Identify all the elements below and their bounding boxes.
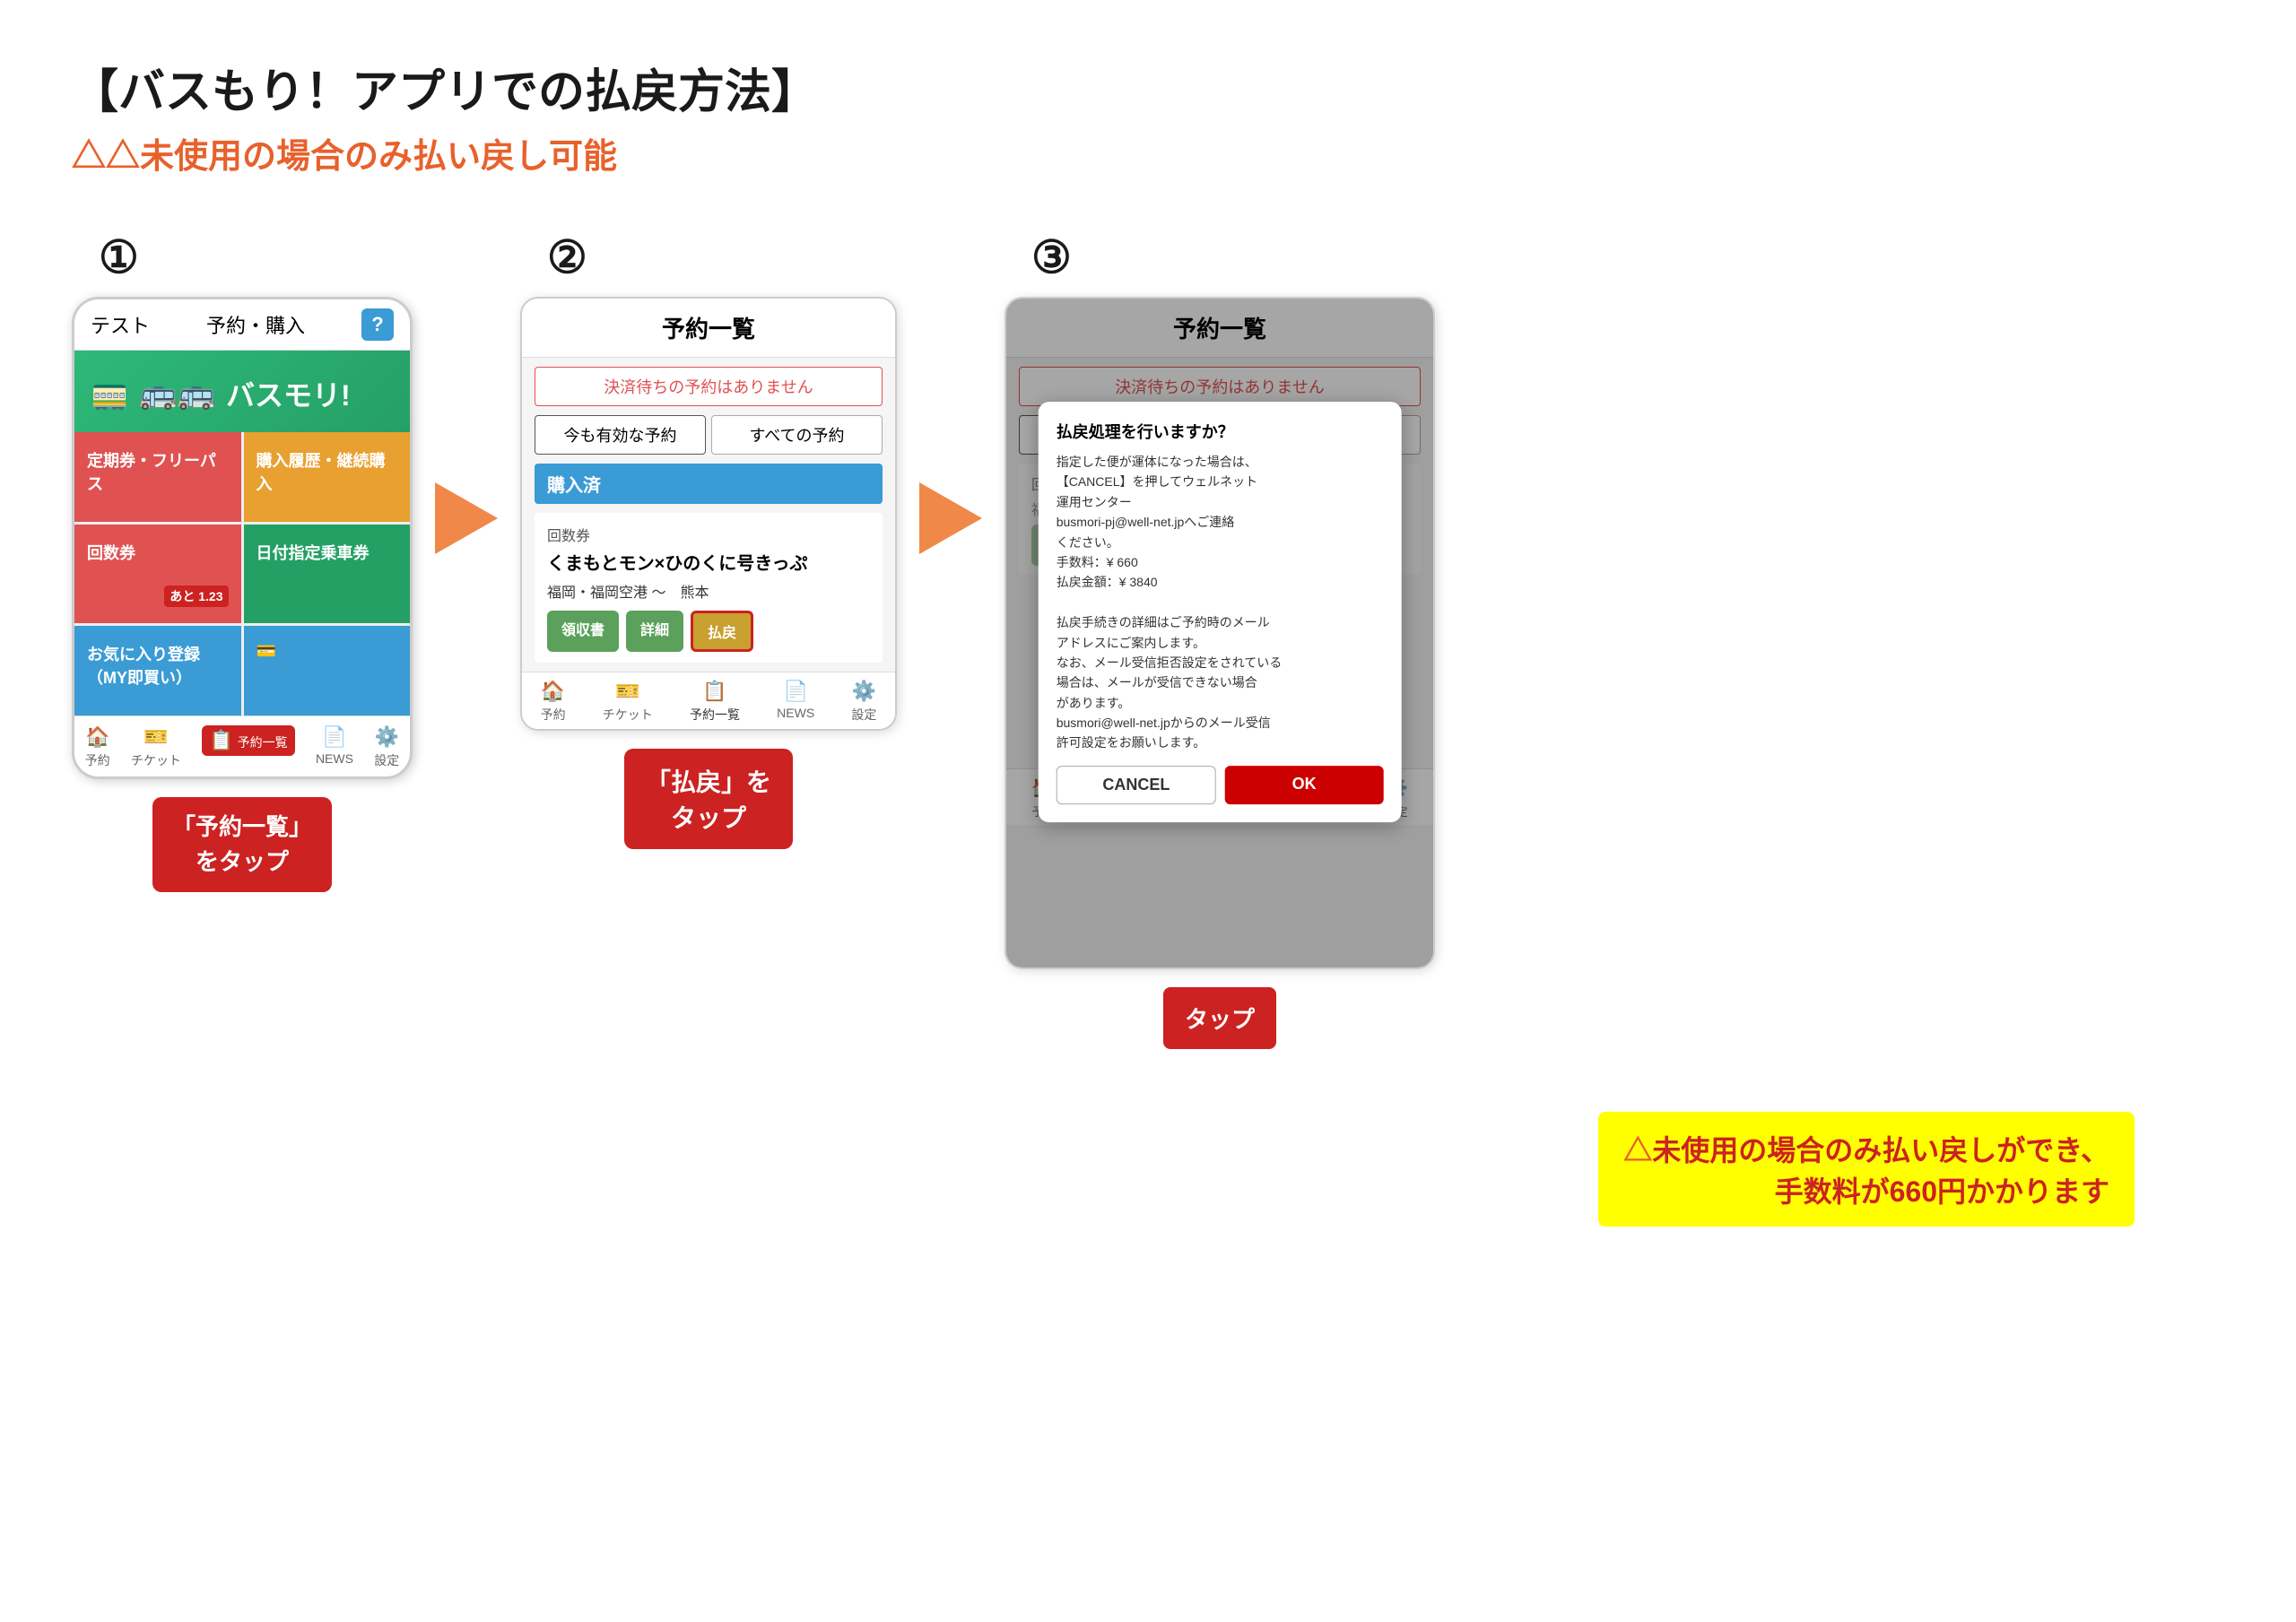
s2-nav-settings[interactable]: ⚙️ 設定 xyxy=(851,680,876,724)
nav-yoyaku-label: 予約 xyxy=(85,751,110,769)
credit-cell[interactable]: 💳 xyxy=(244,626,411,716)
home-icon: 🏠 xyxy=(85,725,109,749)
tab-row-2: 今も有効な予約 すべての予約 xyxy=(535,415,883,455)
tab-valid[interactable]: 今も有効な予約 xyxy=(535,415,706,455)
screen-2-header: 予約一覧 xyxy=(522,299,895,358)
bottom-note-area: △未使用の場合のみ払い戻しができ、手数料が660円かかります xyxy=(72,1085,2224,1227)
nav-yoyaku[interactable]: 🏠 予約 xyxy=(85,725,110,769)
ticket-route-2: 福岡・福岡空港 ～ 熊本 xyxy=(547,580,870,602)
arrow-2 xyxy=(897,482,1004,554)
teiki-cell[interactable]: 定期券・フリーパス xyxy=(74,432,241,522)
arrow-icon-2 xyxy=(919,482,982,554)
nav-news[interactable]: 📄 NEWS xyxy=(316,725,353,769)
btn-ryoushuusho-2[interactable]: 領収書 xyxy=(547,611,619,652)
phone-bottom-nav-1: 🏠 予約 🎫 チケット 📋 予約一覧 📄 NEWS xyxy=(74,716,410,776)
dialog-box: 払戻処理を行いますか？ 指定した便が運体になった場合は、【CANCEL】を押して… xyxy=(1039,402,1402,822)
step-2: ② 予約一覧 決済待ちの予約はありません 今も有効な予約 すべての予約 購入済 … xyxy=(520,231,897,849)
help-icon[interactable]: ? xyxy=(361,308,394,341)
s2-ticket-icon: 🎫 xyxy=(615,680,639,703)
s2-home-icon: 🏠 xyxy=(541,680,565,703)
step-3-callout: タップ xyxy=(1163,987,1276,1049)
phone-mockup-1: テスト 予約・購入 ? 🚃 🚌🚌 バスモリ! 定期券・フリーパス 購入履歴・継続… xyxy=(72,297,413,779)
train-icon: 🚃 xyxy=(91,376,128,412)
step-2-callout: 「払戻」をタップ xyxy=(624,749,793,849)
okiniiri-label: お気に入り登録（MY即買い） xyxy=(87,642,229,689)
dialog-cancel-button[interactable]: CANCEL xyxy=(1057,766,1216,804)
arrow-icon-1 xyxy=(435,482,498,554)
news-icon: 📄 xyxy=(322,725,346,749)
bus-icon: 🚌🚌 xyxy=(139,376,215,412)
s2-nav-news[interactable]: 📄 NEWS xyxy=(777,680,814,724)
ticket-type-2: 回数券 xyxy=(547,524,870,545)
arrow-1 xyxy=(413,482,520,554)
s2-news-icon: 📄 xyxy=(783,680,807,703)
kaisuuken-label: 回数券 xyxy=(87,541,229,564)
phone-header-left: テスト xyxy=(91,310,150,339)
step-3-number: ③ xyxy=(1031,231,1072,283)
ticket-row-2: 回数券 くまもとモン×ひのくに号きっぷ 福岡・福岡空港 ～ 熊本 領収書 詳細 … xyxy=(535,513,883,663)
s2-nav-list[interactable]: 📋 予約一覧 xyxy=(690,680,740,724)
ticket-icon: 🎫 xyxy=(144,725,168,749)
dialog-body: 指定した便が運体になった場合は、【CANCEL】を押してウェルネット運用センター… xyxy=(1057,452,1384,753)
settings-icon: ⚙️ xyxy=(375,725,399,749)
kounyuu-label: 購入履歴・継続購入 xyxy=(257,448,398,495)
kaisuuken-badge: あと 1.23 xyxy=(164,585,228,607)
btn-shousai-2[interactable]: 詳細 xyxy=(626,611,683,652)
step-2-number: ② xyxy=(547,231,587,283)
bottom-triangle-icon: △ xyxy=(1623,1134,1652,1167)
nichijyou-label: 日付指定乗車券 xyxy=(257,541,398,564)
phone-hero: 🚃 🚌🚌 バスモリ! xyxy=(74,351,410,432)
nav-news-label: NEWS xyxy=(316,751,353,766)
kaisuuken-cell[interactable]: 回数券 あと 1.23 xyxy=(74,525,241,623)
nav-settings-label: 設定 xyxy=(374,751,399,769)
page-title: 【バスもり！アプリでの払戻方法】 xyxy=(72,54,2224,121)
app-brand-name: バスモリ! xyxy=(226,373,351,414)
warning-triangle-icon: △ xyxy=(72,138,106,176)
screen-2-bottom-nav: 🏠 予約 🎫 チケット 📋 予約一覧 📄 NEWS ⚙️ 設定 xyxy=(522,672,895,729)
step-1: ① テスト 予約・購入 ? 🚃 🚌🚌 バスモリ! 定期券・フリーパス xyxy=(72,231,413,892)
s2-settings-icon: ⚙️ xyxy=(852,680,876,703)
steps-container: ① テスト 予約・購入 ? 🚃 🚌🚌 バスモリ! 定期券・フリーパス xyxy=(72,231,2224,1049)
pending-bar-3: 決済待ちの予約はありません xyxy=(1019,367,1421,406)
teiki-label: 定期券・フリーパス xyxy=(87,448,229,495)
s2-list-icon: 📋 xyxy=(702,680,726,703)
step-1-number: ① xyxy=(99,231,139,283)
phone-header-1: テスト 予約・購入 ? xyxy=(74,299,410,351)
okiniiri-cell[interactable]: お気に入り登録（MY即買い） xyxy=(74,626,241,716)
s2-nav-ticket[interactable]: 🎫 チケット xyxy=(603,680,653,724)
step-3: ③ 予約一覧 決済待ちの予約はありません 今も有効な予約 すべての予約 回数券 … xyxy=(1004,231,1435,1049)
screen-3-header: 予約一覧 xyxy=(1006,299,1433,358)
action-buttons-2: 領収書 詳細 払戻 xyxy=(547,611,870,652)
section-label-2: 購入済 xyxy=(535,464,883,504)
ticket-name-2: くまもとモン×ひのくに号きっぷ xyxy=(547,549,870,575)
nav-ticket[interactable]: 🎫 チケット xyxy=(131,725,181,769)
dialog-title: 払戻処理を行いますか？ xyxy=(1057,420,1384,443)
screen-mockup-2: 予約一覧 決済待ちの予約はありません 今も有効な予約 すべての予約 購入済 回数… xyxy=(520,297,897,731)
page-subtitle: △△未使用の場合のみ払い戻し可能 xyxy=(72,128,2224,178)
kounyuu-cell[interactable]: 購入履歴・継続購入 xyxy=(244,432,411,522)
dialog-ok-button[interactable]: OK xyxy=(1225,766,1383,804)
tab-all[interactable]: すべての予約 xyxy=(711,415,883,455)
bottom-note: △未使用の場合のみ払い戻しができ、手数料が660円かかります xyxy=(1598,1112,2135,1227)
dialog-buttons: CANCEL OK xyxy=(1057,766,1384,804)
pending-bar-2: 決済待ちの予約はありません xyxy=(535,367,883,406)
s2-nav-yoyaku[interactable]: 🏠 予約 xyxy=(541,680,566,724)
step-1-callout: 「予約一覧」をタップ xyxy=(152,797,332,892)
credit-icon: 💳 xyxy=(257,642,398,661)
nav-yoyaku-ichiran[interactable]: 📋 予約一覧 xyxy=(202,725,294,769)
phone-header-center: 予約・購入 xyxy=(206,310,305,339)
btn-haraimodoshi-2[interactable]: 払戻 xyxy=(691,611,753,652)
nav-yoyaku-ichiran-label: 予約一覧 xyxy=(238,735,288,750)
screen-mockup-3: 予約一覧 決済待ちの予約はありません 今も有効な予約 すべての予約 回数券 福岡… xyxy=(1004,297,1435,969)
nav-settings[interactable]: ⚙️ 設定 xyxy=(374,725,399,769)
nav-ticket-label: チケット xyxy=(131,751,181,769)
nichijyou-cell[interactable]: 日付指定乗車券 xyxy=(244,525,411,623)
phone-menu-grid: 定期券・フリーパス 購入履歴・継続購入 回数券 あと 1.23 日付指定乗車券 … xyxy=(74,432,410,716)
list-icon: 📋 xyxy=(209,729,233,751)
